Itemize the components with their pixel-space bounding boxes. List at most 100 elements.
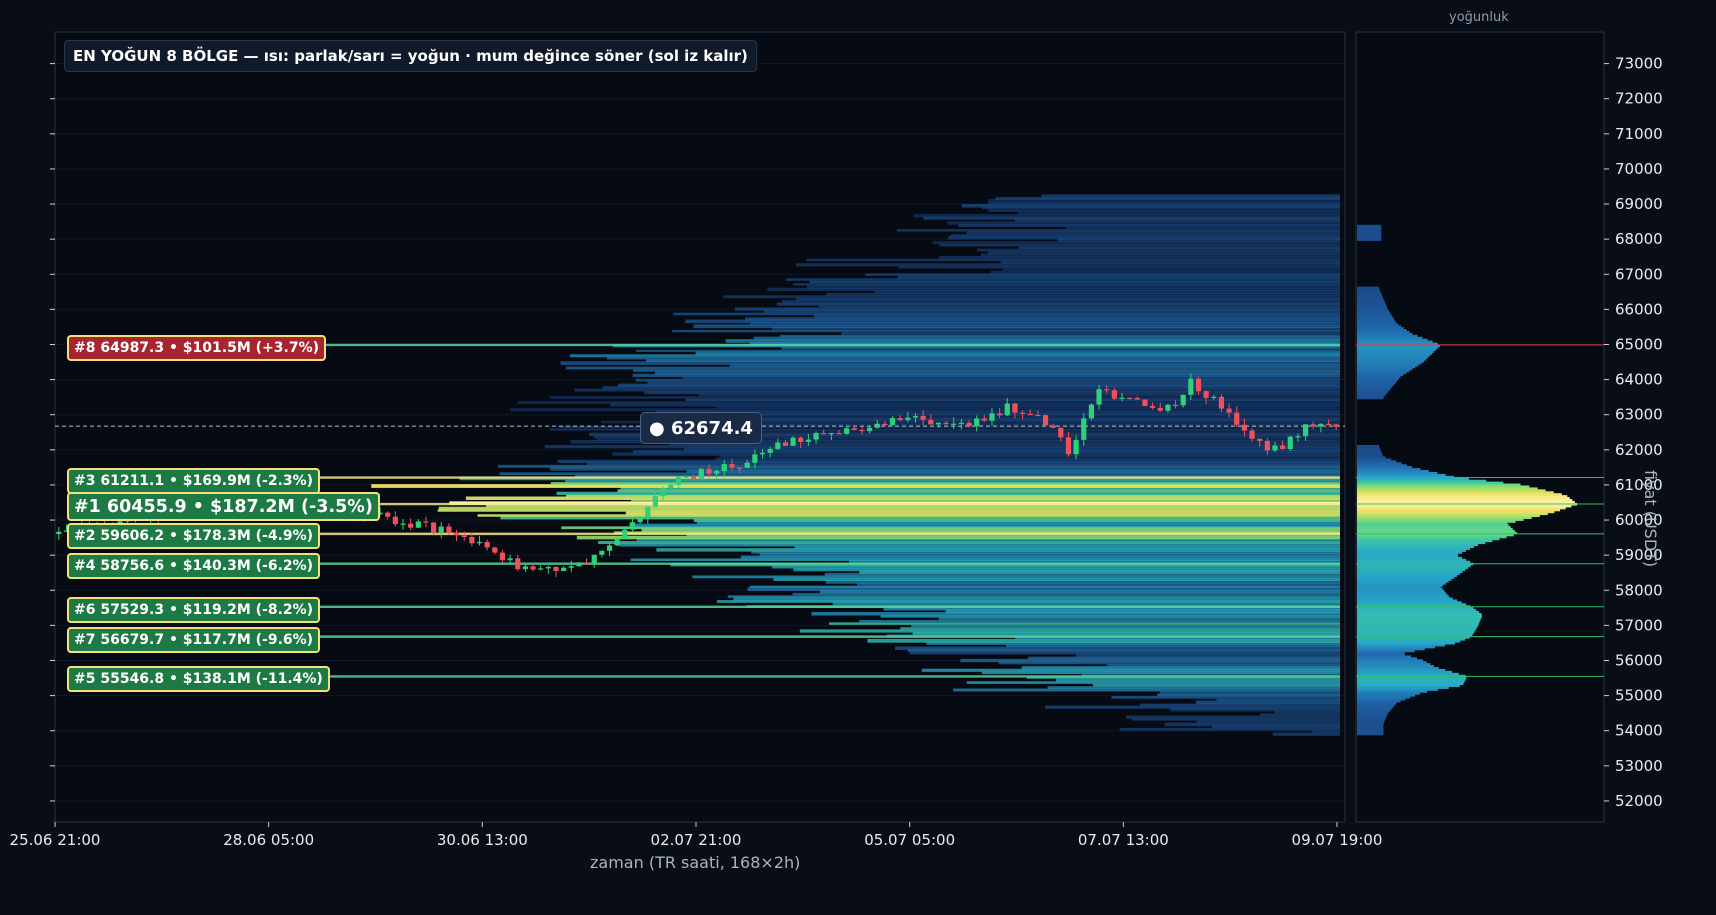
candle-body — [1325, 423, 1332, 426]
candle-body — [408, 523, 414, 528]
candle-body — [798, 437, 804, 442]
candle-body — [1104, 389, 1110, 391]
candle-body — [889, 418, 896, 426]
candle-body — [652, 496, 659, 507]
candle-body — [1134, 398, 1140, 400]
candle-body — [56, 531, 62, 535]
candle-body — [1073, 439, 1079, 455]
x-tick-label: 09.07 19:00 — [1292, 831, 1383, 849]
candle-body — [905, 417, 911, 420]
y-tick-label: 70000 — [1615, 160, 1663, 178]
candle-body — [1012, 403, 1018, 413]
y-tick-label: 67000 — [1615, 265, 1663, 283]
candle-body — [1287, 436, 1293, 450]
candle-body — [622, 529, 628, 539]
candle-body — [935, 422, 942, 425]
candle-body — [1042, 415, 1049, 426]
candle-body — [866, 427, 873, 432]
x-axis-label: zaman (TR saati, 168×2h) — [590, 853, 801, 872]
candle-body — [660, 488, 666, 497]
candle-body — [729, 464, 735, 468]
candle-body — [1295, 436, 1301, 438]
candle-body — [1241, 424, 1247, 431]
candle-body — [767, 448, 773, 453]
candle-body — [400, 523, 406, 525]
candle-body — [752, 454, 758, 463]
y-tick-label: 54000 — [1615, 722, 1663, 740]
candle-body — [714, 470, 720, 474]
candle-body — [522, 566, 529, 570]
candle-body — [1027, 413, 1033, 416]
candle-body — [1188, 378, 1194, 395]
candle-body — [675, 476, 681, 485]
candle-body — [1165, 404, 1171, 411]
zone-label-1: #1 60455.9 • $187.2M (-3.5%) — [67, 492, 380, 521]
candle-body — [1257, 438, 1263, 441]
candle-body — [1310, 424, 1316, 427]
zone-label-8: #8 64987.3 • $101.5M (+3.7%) — [67, 335, 326, 361]
candle-body — [599, 550, 605, 555]
candle-body — [698, 468, 704, 479]
zone-label-7: #7 56679.7 • $117.7M (-9.6%) — [67, 627, 321, 653]
x-tick-label: 02.07 21:00 — [651, 831, 742, 849]
candle-body — [637, 517, 643, 523]
candle-body — [614, 538, 620, 546]
candle-body — [859, 429, 865, 432]
candle-body — [691, 476, 697, 479]
candle-body — [415, 521, 421, 528]
candle-body — [545, 566, 551, 569]
y-tick-label: 72000 — [1615, 90, 1663, 108]
candle-body — [844, 428, 850, 434]
candle-body — [951, 423, 957, 425]
candle-body — [828, 433, 834, 435]
candle-body — [423, 521, 429, 523]
candle-body — [484, 541, 490, 548]
density-title: yoğunluk — [1449, 10, 1509, 25]
candle-body — [530, 566, 536, 570]
candle-body — [943, 422, 949, 425]
candle-body — [438, 526, 444, 533]
y-tick-label: 62000 — [1615, 441, 1663, 459]
candle-body — [1272, 445, 1278, 451]
candle-body — [492, 547, 498, 553]
candle-body — [997, 413, 1003, 416]
candle-body — [912, 415, 919, 418]
y-tick-label: 56000 — [1615, 651, 1663, 669]
candle-body — [981, 418, 987, 421]
y-tick-label: 73000 — [1615, 55, 1663, 73]
candle-body — [706, 468, 712, 474]
candle-body — [1127, 397, 1133, 399]
x-tick-label: 07.07 13:00 — [1078, 831, 1169, 849]
candle-body — [958, 422, 964, 424]
candle-body — [507, 558, 513, 561]
x-tick-label: 28.06 05:00 — [223, 831, 314, 849]
candle-body — [1280, 445, 1286, 450]
candle-body — [1150, 405, 1156, 408]
candle-body — [1203, 391, 1209, 398]
candle-body — [974, 418, 980, 427]
y-tick-label: 53000 — [1615, 757, 1663, 775]
candle-body — [568, 566, 574, 568]
y-tick-label: 52000 — [1615, 792, 1663, 810]
candle-body — [813, 433, 819, 440]
y-tick-label: 57000 — [1615, 616, 1663, 634]
candle-body — [561, 567, 567, 572]
x-tick-label: 25.06 21:00 — [10, 831, 101, 849]
candle-body — [928, 419, 934, 425]
candle-body — [1081, 418, 1087, 440]
candle-body — [1088, 404, 1095, 419]
candle-body — [1050, 425, 1056, 428]
candle-body — [966, 422, 972, 427]
candle-body — [683, 476, 689, 478]
x-tick-label: 30.06 13:00 — [437, 831, 528, 849]
candle-body — [1172, 404, 1179, 407]
candle-body — [499, 552, 506, 561]
candle-body — [645, 506, 651, 518]
candle-body — [1211, 396, 1217, 398]
candle-body — [1302, 424, 1309, 437]
candle-body — [790, 437, 796, 446]
candle-body — [882, 423, 888, 426]
candle-body — [1333, 424, 1339, 427]
candle-body — [721, 464, 727, 471]
y-tick-label: 71000 — [1615, 125, 1663, 143]
